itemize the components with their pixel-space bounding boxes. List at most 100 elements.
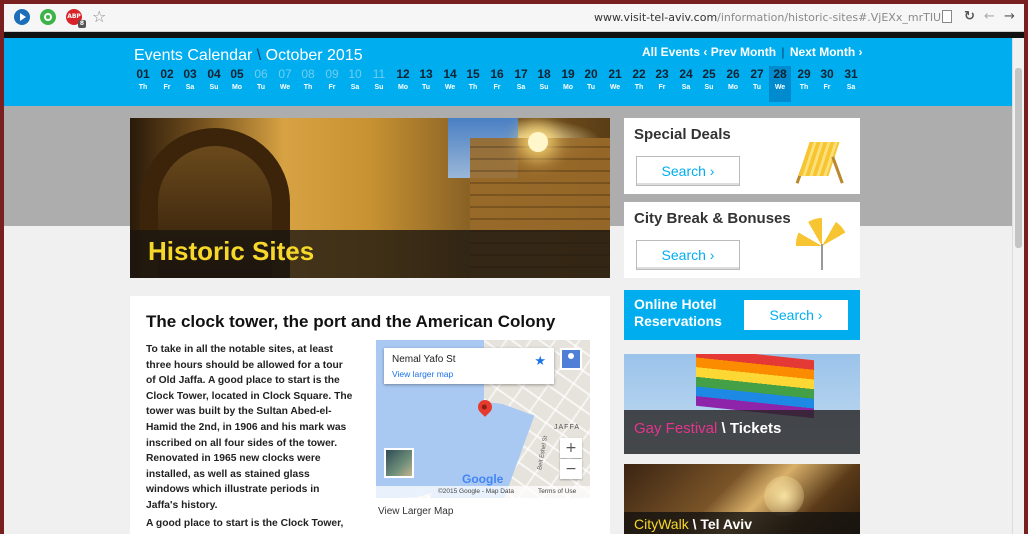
calendar-day-number: 19 xyxy=(561,67,575,81)
play-extension-icon[interactable] xyxy=(14,9,30,25)
calendar-day-18[interactable]: 18 Su xyxy=(533,66,555,102)
gay-festival-title[interactable]: Gay Festival \ Tickets xyxy=(634,420,781,437)
reload-icon[interactable]: ↻ xyxy=(964,10,975,24)
url-host: www.visit-tel-aviv.com xyxy=(594,11,718,24)
hotel-search-button[interactable]: Search › xyxy=(744,300,848,330)
adblock-extension-icon[interactable]: ABP 8 xyxy=(66,9,86,28)
url-path: /information/historic-sites#.VjEXx_mrTIU xyxy=(717,11,942,24)
hotel-label-line2: Reservations xyxy=(634,313,722,329)
article-paragraph: To take in all the notable sites, at lea… xyxy=(146,344,353,511)
calendar-day-20[interactable]: 20 Tu xyxy=(580,66,602,102)
next-month-link[interactable]: Next Month › xyxy=(790,45,863,59)
calendar-day-08[interactable]: 08 Th xyxy=(297,66,319,102)
calendar-day-12[interactable]: 12 Mo xyxy=(392,66,414,102)
calendar-day-13[interactable]: 13 Tu xyxy=(415,66,437,102)
calendar-day-29[interactable]: 29 Th xyxy=(793,66,815,102)
article-heading: The clock tower, the port and the Americ… xyxy=(146,312,556,331)
hero-banner: Historic Sites xyxy=(130,118,610,278)
hotel-label-line1: Online Hotel xyxy=(634,296,717,312)
view-larger-map-link[interactable]: View larger map xyxy=(392,369,453,379)
page-scrollbar[interactable] xyxy=(1012,38,1024,534)
calendar-day-number: 14 xyxy=(443,67,457,81)
calendar-day-number: 02 xyxy=(160,67,174,81)
map-footer: ©2015 Google - Map Data Terms of Use xyxy=(376,486,590,498)
calendar-day-number: 08 xyxy=(301,67,315,81)
calendar-day-07[interactable]: 07 We xyxy=(274,66,296,102)
beach-umbrella-icon xyxy=(792,214,852,272)
gay-festival-sep: \ xyxy=(717,420,730,437)
bookmark-star-icon[interactable]: ☆ xyxy=(92,7,106,27)
all-events-link[interactable]: All Events xyxy=(642,45,700,59)
calendar-weekday: We xyxy=(444,84,456,91)
calendar-day-number: 16 xyxy=(490,67,504,81)
citywalk-banner[interactable]: CityWalk \ Tel Aviv xyxy=(624,464,860,534)
citywalk-title[interactable]: CityWalk \ Tel Aviv xyxy=(634,516,752,532)
calendar-day-number: 01 xyxy=(136,67,150,81)
scrollbar-thumb[interactable] xyxy=(1015,68,1022,248)
calendar-day-19[interactable]: 19 Mo xyxy=(557,66,579,102)
special-deals-search-button[interactable]: Search › xyxy=(636,156,740,186)
calendar-day-04[interactable]: 04 Su xyxy=(203,66,225,102)
calendar-day-14[interactable]: 14 We xyxy=(439,66,461,102)
satellite-toggle[interactable] xyxy=(384,448,414,478)
calendar-day-number: 29 xyxy=(797,67,811,81)
calendar-weekday: Sa xyxy=(846,84,856,91)
calendar-day-06[interactable]: 06 Tu xyxy=(250,66,272,102)
save-place-star-icon[interactable]: ★ xyxy=(534,354,546,369)
calendar-day-10[interactable]: 10 Sa xyxy=(344,66,366,102)
city-break-search-button[interactable]: Search › xyxy=(636,240,740,270)
calendar-weekday: Th xyxy=(468,84,478,91)
calendar-day-09[interactable]: 09 Fr xyxy=(321,66,343,102)
green-extension-icon[interactable] xyxy=(40,9,56,25)
calendar-day-30[interactable]: 30 Fr xyxy=(816,66,838,102)
zoom-out-button[interactable]: − xyxy=(560,459,582,479)
chair-leg-right xyxy=(831,156,844,184)
calendar-day-01[interactable]: 01 Th xyxy=(132,66,154,102)
calendar-day-31[interactable]: 31 Sa xyxy=(840,66,862,102)
calendar-day-05[interactable]: 05 Mo xyxy=(226,66,248,102)
citywalk-rest: Tel Aviv xyxy=(700,516,752,532)
special-deals-box: Special Deals Search › xyxy=(624,118,860,194)
map-info-card: Nemal Yafo St View larger map ★ xyxy=(384,348,554,384)
calendar-day-25[interactable]: 25 Su xyxy=(698,66,720,102)
gay-festival-banner[interactable]: Gay Festival \ Tickets xyxy=(624,354,860,454)
page-info-icon[interactable] xyxy=(942,10,952,23)
street-view-pegman-icon[interactable] xyxy=(560,348,582,370)
map-terms-link[interactable]: Terms of Use xyxy=(538,486,576,498)
map-copyright: ©2015 Google - Map Data xyxy=(438,488,514,495)
view-larger-map-caption[interactable]: View Larger Map xyxy=(378,506,453,517)
embedded-map[interactable]: JAFFA Beit Eshel St Nemal Yafo St View l… xyxy=(376,340,590,498)
calendar-day-17[interactable]: 17 Sa xyxy=(510,66,532,102)
hotel-reservations-box: Online Hotel Reservations Search › xyxy=(624,290,860,340)
calendar-day-number: 07 xyxy=(278,67,292,81)
calendar-weekday: Su xyxy=(539,84,549,91)
calendar-day-28[interactable]: 28 We xyxy=(769,66,791,102)
calendar-day-15[interactable]: 15 Th xyxy=(462,66,484,102)
address-bar[interactable]: www.visit-tel-aviv.com/information/histo… xyxy=(594,11,941,24)
prev-month-link[interactable]: ‹ Prev Month xyxy=(703,45,776,59)
forward-arrow-icon[interactable]: → xyxy=(1004,10,1015,24)
calendar-weekday: Sa xyxy=(350,84,360,91)
hotel-reservations-label: Online Hotel Reservations xyxy=(634,296,722,330)
calendar-day-03[interactable]: 03 Sa xyxy=(179,66,201,102)
calendar-weekday: Su xyxy=(704,84,714,91)
zoom-in-button[interactable]: + xyxy=(560,438,582,458)
special-deals-title: Special Deals xyxy=(634,126,731,143)
calendar-day-27[interactable]: 27 Tu xyxy=(746,66,768,102)
calendar-day-22[interactable]: 22 Th xyxy=(628,66,650,102)
calendar-day-11[interactable]: 11 Su xyxy=(368,66,390,102)
city-break-title: City Break & Bonuses xyxy=(634,210,791,227)
calendar-weekday: We xyxy=(609,84,621,91)
browser-toolbar: ABP 8 ☆ www.visit-tel-aviv.com/informati… xyxy=(4,4,1024,32)
calendar-day-21[interactable]: 21 We xyxy=(604,66,626,102)
calendar-day-24[interactable]: 24 Sa xyxy=(675,66,697,102)
calendar-day-26[interactable]: 26 Mo xyxy=(722,66,744,102)
back-arrow-icon[interactable]: ← xyxy=(984,10,995,24)
calendar-day-23[interactable]: 23 Fr xyxy=(651,66,673,102)
calendar-day-02[interactable]: 02 Fr xyxy=(156,66,178,102)
article-paragraph-2: A good place to start is the Clock Tower… xyxy=(146,518,344,529)
umbrella-canopy xyxy=(796,218,848,246)
calendar-day-number: 15 xyxy=(466,67,480,81)
adblock-count-badge: 8 xyxy=(77,20,86,28)
calendar-day-16[interactable]: 16 Fr xyxy=(486,66,508,102)
